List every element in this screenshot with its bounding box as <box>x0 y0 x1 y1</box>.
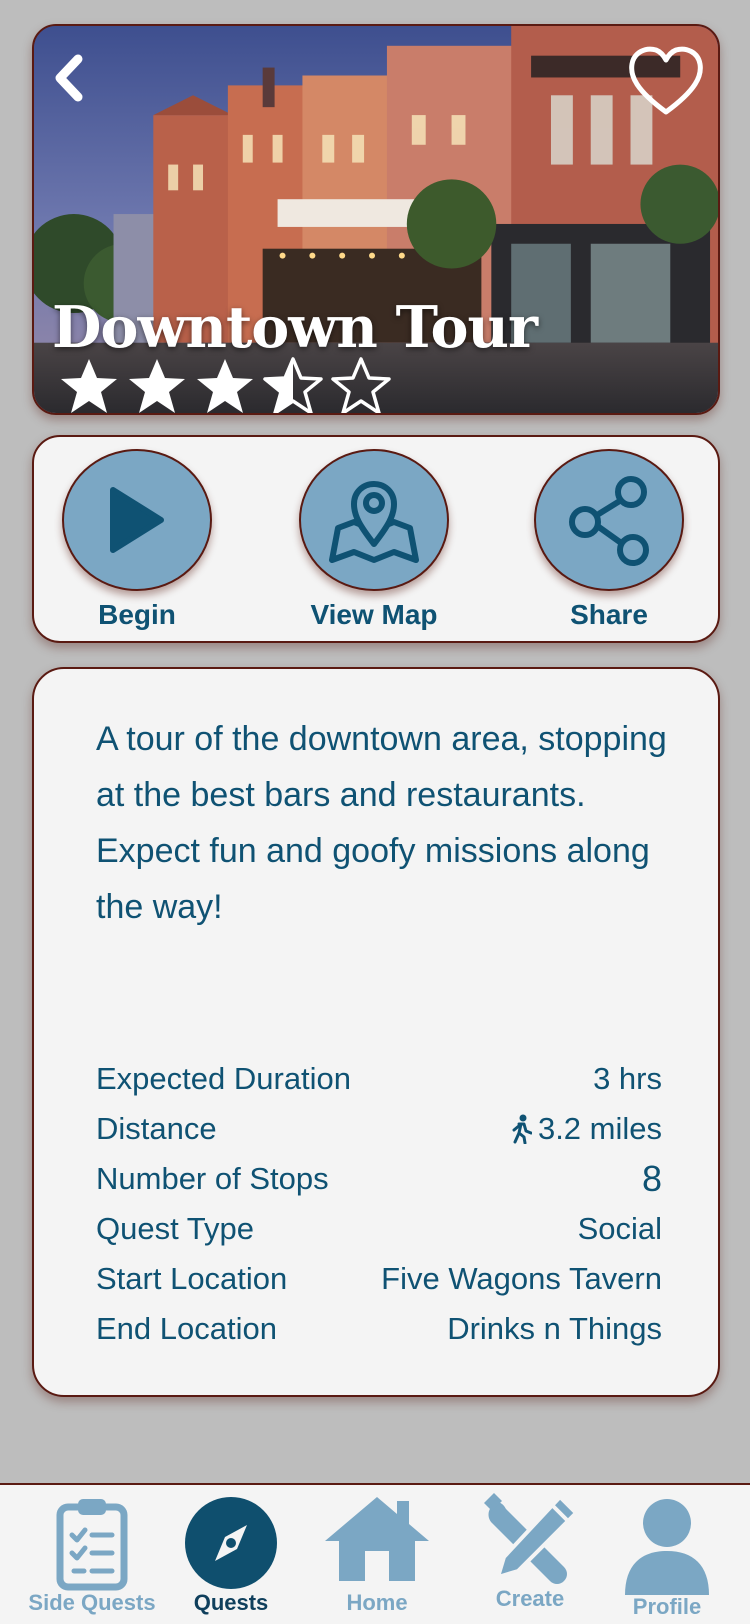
info-row-end-location: End Location Drinks n Things <box>96 1304 662 1354</box>
nav-item-quests[interactable]: Quests <box>161 1485 301 1624</box>
info-value: Drinks n Things <box>447 1311 662 1346</box>
view-map-button[interactable]: View Map <box>284 449 464 631</box>
share-button-circle[interactable] <box>534 449 684 591</box>
info-row-duration: Expected Duration 3 hrs <box>96 1054 662 1104</box>
actions-card: Begin View Map Share <box>32 435 720 643</box>
begin-button-circle[interactable] <box>62 449 212 591</box>
begin-label: Begin <box>98 599 176 630</box>
info-label: Number of Stops <box>96 1161 329 1196</box>
walking-icon <box>512 1114 532 1144</box>
user-icon <box>625 1499 709 1595</box>
nav-label: Quests <box>193 1590 269 1615</box>
favorite-button[interactable] <box>626 44 706 118</box>
quest-description: A tour of the downtown area, stopping at… <box>96 720 667 926</box>
info-value: 3 hrs <box>593 1061 662 1096</box>
begin-button[interactable]: Begin <box>47 449 227 631</box>
info-value: Social <box>577 1211 662 1246</box>
share-label: Share <box>570 599 648 630</box>
info-label: Expected Duration <box>96 1061 352 1096</box>
tools-icon <box>484 1493 578 1584</box>
details-card: A tour of the downtown area, stopping at… <box>32 667 720 1397</box>
info-label: End Location <box>96 1311 277 1346</box>
hero-card: Downtown Tour <box>32 24 720 415</box>
info-label: Distance <box>96 1111 217 1146</box>
nav-label: Side Quests <box>28 1590 156 1615</box>
quest-info-list: Expected Duration 3 hrs Distance 3.2 mil… <box>96 1054 662 1354</box>
compass-icon <box>185 1497 277 1589</box>
star-empty-icon <box>331 357 391 413</box>
star-rating <box>58 356 392 413</box>
star-full-icon <box>61 359 117 413</box>
nav-item-side-quests[interactable]: Side Quests <box>22 1485 162 1624</box>
view-map-label: View Map <box>310 599 438 630</box>
share-icon <box>569 476 649 566</box>
back-button[interactable] <box>44 48 94 108</box>
nav-item-create[interactable]: Create <box>460 1485 600 1624</box>
info-value-wrap: 3.2 miles <box>510 1111 662 1147</box>
view-map-button-circle[interactable] <box>299 449 449 591</box>
info-label: Start Location <box>96 1261 288 1296</box>
star-half-icon <box>263 357 323 413</box>
info-value: 3.2 miles <box>537 1111 662 1146</box>
nav-label: Home <box>346 1590 408 1615</box>
info-row-quest-type: Quest Type Social <box>96 1204 662 1254</box>
info-value: 8 <box>641 1158 662 1199</box>
clipboard-checklist-icon <box>56 1499 128 1591</box>
heart-outline-icon <box>629 46 703 115</box>
nav-item-home[interactable]: Home <box>307 1485 447 1624</box>
info-row-stops: Number of Stops 8 <box>96 1154 662 1204</box>
map-pin-icon <box>329 481 419 563</box>
star-full-icon <box>129 359 185 413</box>
info-row-distance: Distance 3.2 miles <box>96 1104 662 1154</box>
play-icon <box>110 487 164 553</box>
nav-label: Profile <box>632 1594 702 1619</box>
share-button[interactable]: Share <box>519 449 699 631</box>
nav-item-profile[interactable]: Profile <box>597 1485 737 1624</box>
bottom-nav: Side Quests Quests Home Create Profile <box>0 1483 750 1624</box>
quest-title: Downtown Tour <box>52 294 538 361</box>
nav-label: Create <box>495 1586 565 1611</box>
info-row-start-location: Start Location Five Wagons Tavern <box>96 1254 662 1304</box>
home-icon <box>325 1497 429 1581</box>
chevron-left-icon <box>55 54 83 102</box>
star-full-icon <box>197 359 253 413</box>
info-label: Quest Type <box>96 1211 254 1246</box>
info-value: Five Wagons Tavern <box>381 1261 662 1296</box>
